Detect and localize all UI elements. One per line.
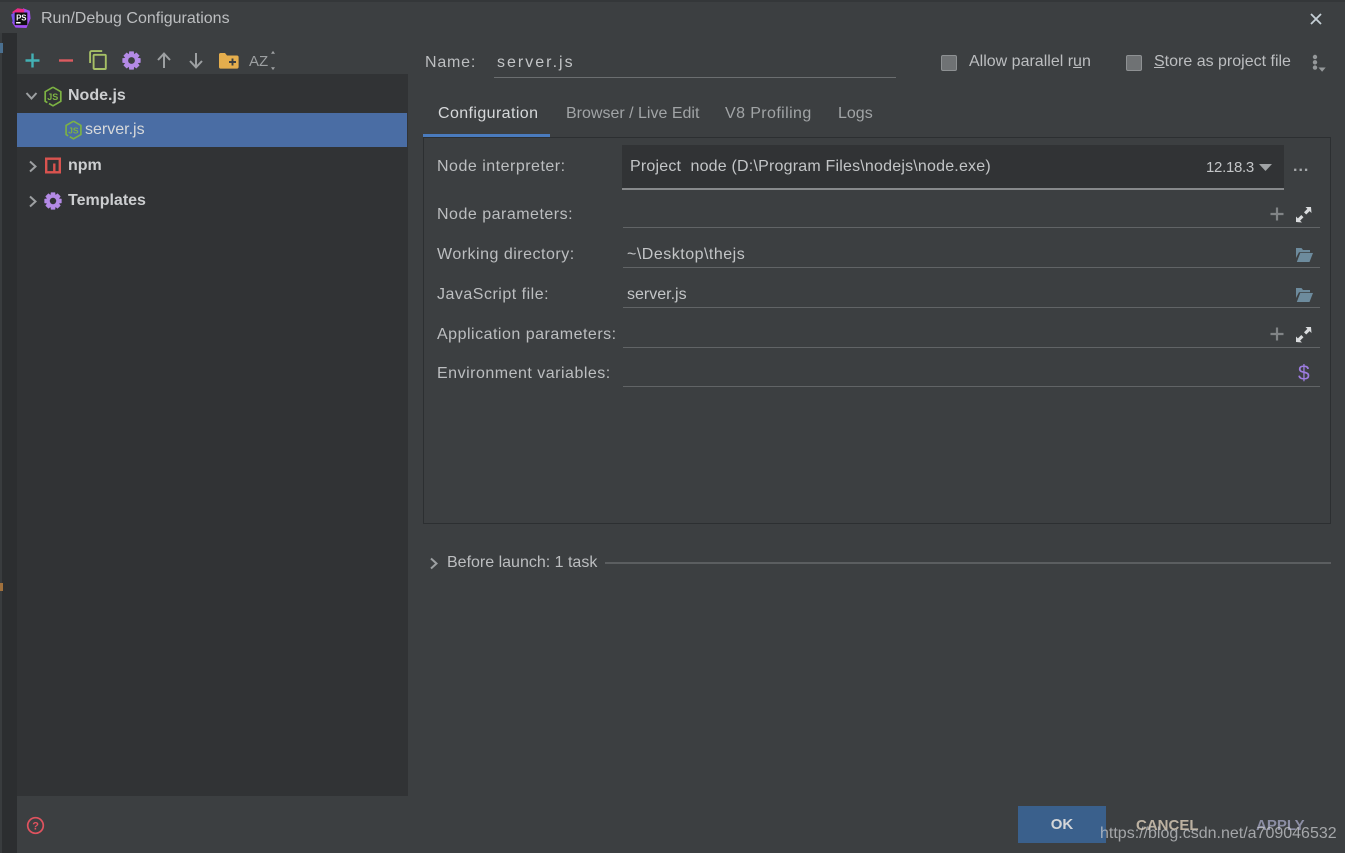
svg-text:PS: PS <box>16 13 26 22</box>
svg-text:JS: JS <box>47 92 58 102</box>
svg-text:?: ? <box>32 821 39 833</box>
svg-text:JS: JS <box>68 125 79 135</box>
svg-text:AZ: AZ <box>249 53 268 70</box>
